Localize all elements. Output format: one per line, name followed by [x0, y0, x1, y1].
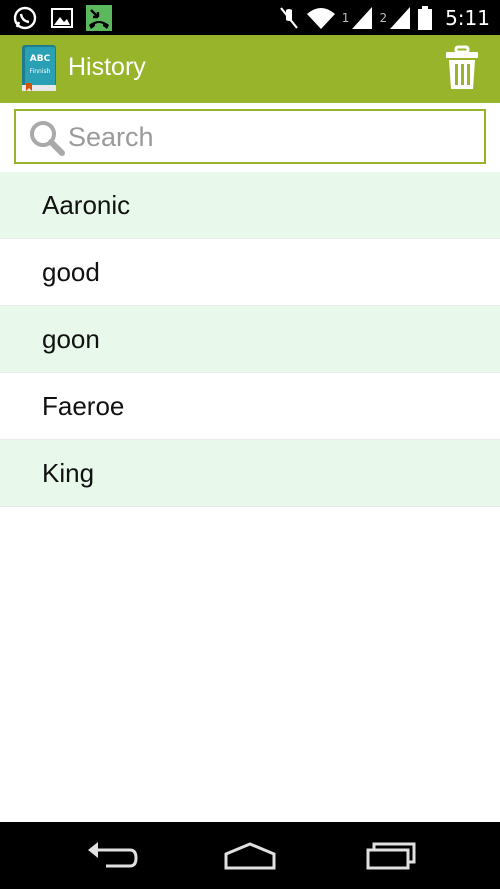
- list-item-label: Faeroe: [42, 390, 125, 421]
- battery-icon: [418, 6, 433, 30]
- missed-call-icon: [86, 5, 112, 31]
- notification-icons: [12, 5, 112, 31]
- page-title: History: [68, 53, 146, 81]
- recents-icon: [366, 842, 416, 870]
- sim1-label: 1: [341, 11, 350, 25]
- whatsapp-icon: [13, 6, 37, 30]
- mute-icon: [279, 7, 298, 29]
- home-icon: [224, 842, 276, 870]
- gallery-icon: [51, 8, 73, 28]
- list-item[interactable]: King: [0, 440, 500, 507]
- list-item-label: good: [42, 256, 100, 287]
- delete-history-button[interactable]: [444, 45, 480, 91]
- list-item-label: King: [42, 457, 95, 488]
- app-bar: ABC Finnish History: [0, 35, 500, 103]
- back-icon: [88, 842, 138, 868]
- list-item-label: goon: [42, 323, 100, 354]
- signal-icon: [390, 7, 411, 29]
- wifi-icon: [306, 8, 335, 29]
- search-box[interactable]: [14, 109, 486, 164]
- search-input[interactable]: [68, 117, 468, 157]
- logo-text-top: ABC: [30, 54, 51, 64]
- list-item-label: Aaronic: [42, 189, 131, 220]
- history-list: Aaronic good goon Faeroe King: [0, 172, 500, 507]
- list-item[interactable]: Aaronic: [0, 172, 500, 239]
- screen: 1 2 5:11 ABC Finnish History Search Aaro…: [0, 0, 500, 889]
- clock: 5:11: [445, 6, 490, 30]
- navigation-bar: [0, 822, 500, 889]
- sim2-label: 2: [379, 11, 388, 25]
- back-button[interactable]: [82, 836, 142, 876]
- list-item[interactable]: Faeroe: [0, 373, 500, 440]
- list-item[interactable]: goon: [0, 306, 500, 373]
- system-icons: 1 2 5:11: [278, 4, 490, 32]
- search-icon: [30, 121, 65, 156]
- trash-icon: [446, 45, 478, 89]
- app-logo-icon: ABC Finnish: [22, 45, 56, 91]
- status-bar: 1 2 5:11: [0, 0, 500, 35]
- home-button[interactable]: [220, 836, 280, 876]
- list-item[interactable]: good: [0, 239, 500, 306]
- signal-icon: [352, 7, 373, 29]
- recents-button[interactable]: [362, 836, 422, 876]
- logo-text-bottom: Finnish: [30, 68, 51, 75]
